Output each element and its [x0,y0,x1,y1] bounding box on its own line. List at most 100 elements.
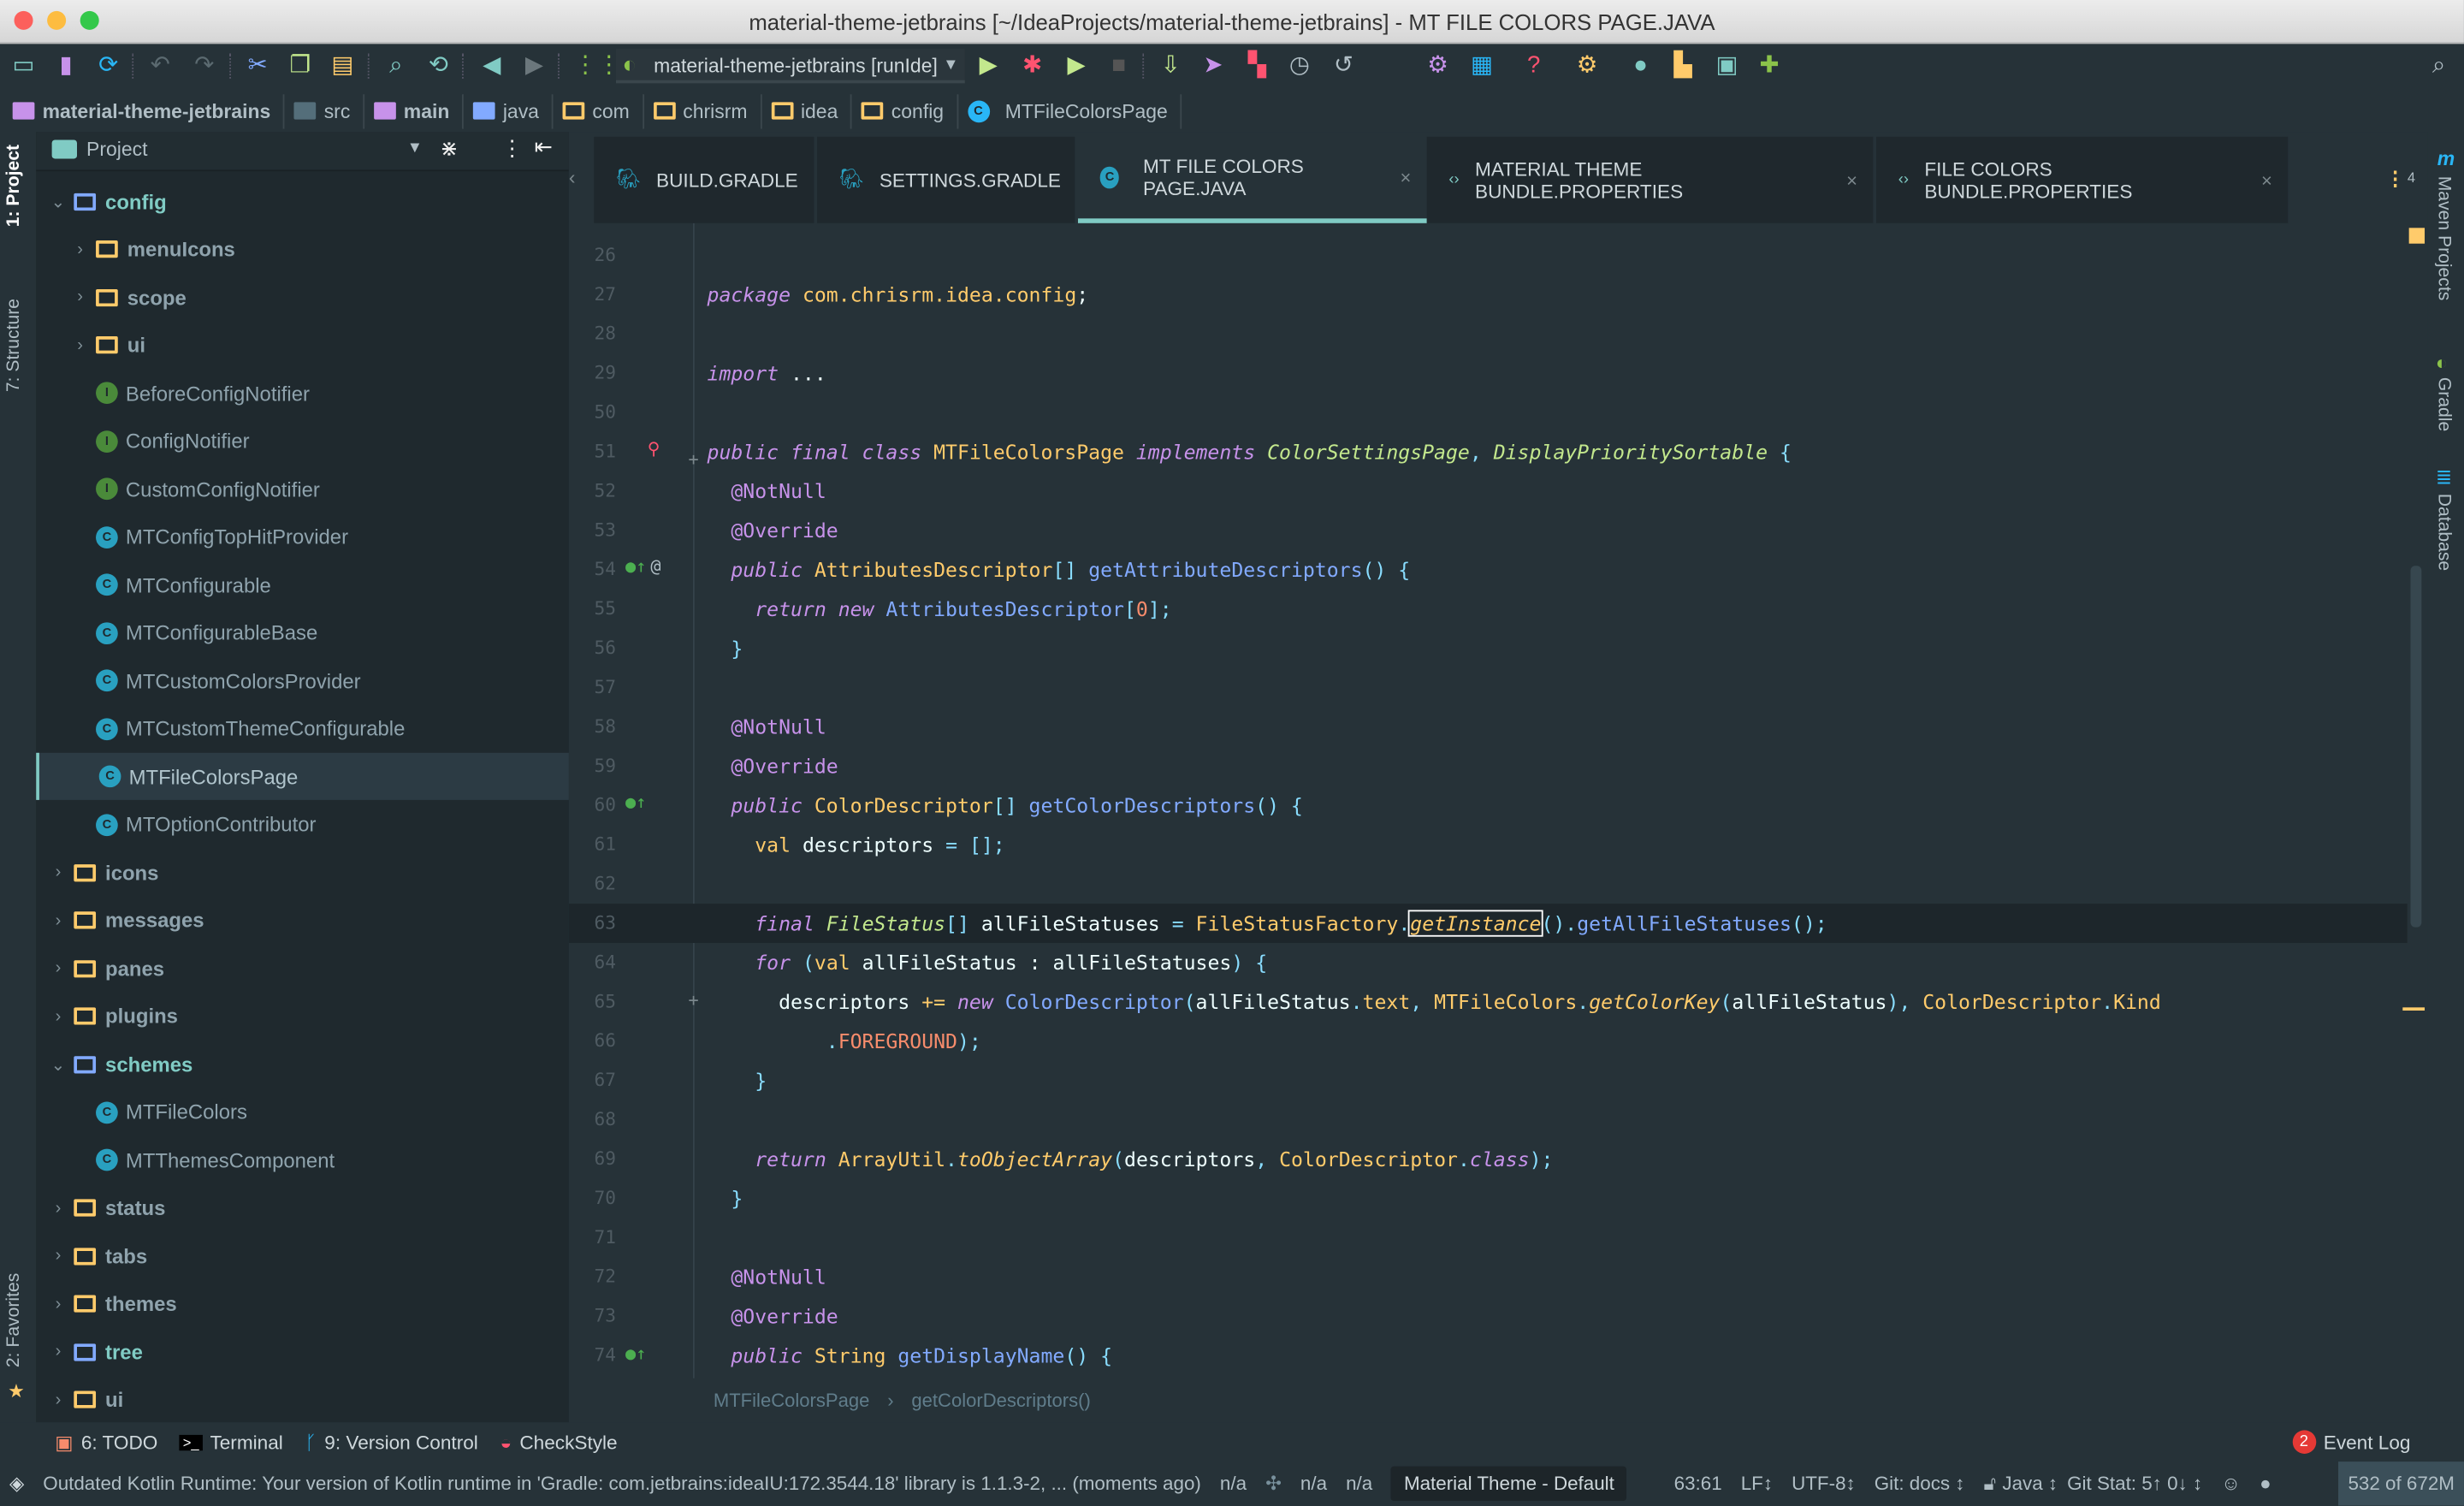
more-options-icon[interactable]: ⋮ [501,135,524,162]
breadcrumb-item[interactable]: chrisrm [653,93,762,128]
code-crumb-class[interactable]: MTFileColorsPage [714,1390,870,1412]
breadcrumb-item[interactable]: src [293,93,364,128]
sync-icon[interactable]: ⟳ [94,52,122,80]
debug-icon[interactable]: ✱ [1018,52,1046,80]
tool-tab-database[interactable]: Database [2434,494,2453,571]
tree-item[interactable]: › tabs [36,1232,569,1279]
tool-tab-structure[interactable]: 7: Structure [5,299,24,392]
chevron-down-icon[interactable]: ▼ [407,139,423,157]
back-icon[interactable]: ◀ [477,52,506,80]
tree-item[interactable]: C MTCustomColorsProvider [36,657,569,704]
implemented-marker-icon[interactable]: ⚲ [648,438,660,459]
tool-checkstyle[interactable]: ◒ CheckStyle [500,1431,618,1453]
breadcrumb-item[interactable]: C MTFileColorsPage [967,93,1182,128]
breadcrumb-item[interactable]: material-theme-jetbrains [12,93,285,128]
inspection-warning-marker[interactable] [2408,228,2426,244]
tree-item[interactable]: C MTConfigurable [36,561,569,608]
find-icon[interactable]: ⌕ [382,52,410,80]
cut-icon[interactable]: ✂ [244,52,272,80]
chevron-right-icon[interactable]: › [49,1247,68,1266]
memory-indicator[interactable]: 532 of 672M [2338,1462,2464,1506]
build-icon[interactable]: ⋮⋮ [573,52,620,80]
tab-file-colors-bundle-properties[interactable]: ‹› FILE COLORS BUNDLE.PROPERTIES × [1876,136,2289,223]
chevron-down-icon[interactable]: ⌄ [49,1054,68,1074]
project-structure-icon[interactable]: ▦ [1467,52,1496,80]
tab-mt-file-colors-page-java[interactable]: C MT FILE COLORS PAGE.JAVA × [1077,136,1427,223]
breadcrumb-item[interactable]: java [472,93,554,128]
tab-settings-gradle[interactable]: 🐘︎SETTINGS.GRADLE× [817,136,1091,223]
annotation-marker-icon[interactable]: @ [650,556,660,577]
code-crumb-method[interactable]: getColorDescriptors() [911,1390,1090,1412]
paste-icon[interactable]: ▤ [329,52,357,80]
breadcrumb-item[interactable]: config [861,93,958,128]
tool-terminal[interactable]: >_ Terminal [180,1431,283,1453]
chevron-right-icon[interactable]: › [49,1295,68,1313]
chevron-right-icon[interactable]: › [49,958,68,977]
lock-icon[interactable]: 🔓︎ [1984,1472,1997,1496]
tree-item[interactable]: C MTOptionContributor [36,801,569,848]
language-select[interactable]: Java ↕ [2002,1473,2058,1495]
line-separator[interactable]: LF↕ [1741,1473,1773,1495]
run-configuration-select[interactable]: ◐ material-theme-jetbrains [runIde] ▼ [615,48,965,84]
save-icon[interactable]: ▮ [52,52,80,80]
copy-icon[interactable]: ❐ [286,52,314,80]
vcs-icon[interactable]: ▚ [1243,52,1271,80]
tree-item[interactable]: › themes [36,1280,569,1327]
theme-icon[interactable]: ▙ [1669,52,1697,80]
tree-item[interactable]: › icons [36,849,569,896]
update-project-icon[interactable]: ⇩ [1157,52,1185,80]
tree-item[interactable]: C MTFileColorsPage [36,752,569,800]
help-icon[interactable]: ? [1519,52,1548,80]
code-area[interactable]: 26 27 package com.chrisrm.idea.config; 28 29… [568,222,2408,1379]
chevron-right-icon[interactable]: › [49,910,68,929]
settings-icon[interactable]: ⚙ [1424,52,1452,80]
tree-item[interactable]: › messages [36,897,569,944]
chevron-right-icon[interactable]: › [71,288,90,306]
tool-tab-maven[interactable]: Maven Projects [2434,176,2453,301]
tree-item[interactable]: › scope [36,274,569,321]
layers-icon[interactable]: ◈ [9,1473,24,1495]
tree-item[interactable]: C MTFileColors [36,1088,569,1135]
tree-item[interactable]: › ui [36,1376,569,1423]
status-message[interactable]: Outdated Kotlin Runtime: Your version of… [43,1473,1201,1495]
chevron-right-icon[interactable]: › [49,1343,68,1361]
tree-item[interactable]: › status [36,1184,569,1231]
close-tab-icon[interactable]: × [1846,169,1857,191]
chevron-right-icon[interactable]: › [71,335,90,354]
close-tab-icon[interactable]: × [2261,169,2272,191]
chevron-right-icon[interactable]: › [49,1006,68,1025]
chevron-right-icon[interactable]: › [49,1198,68,1217]
chevron-right-icon[interactable]: › [49,1390,68,1409]
inspection-icon[interactable]: ✣ [1265,1473,1282,1495]
tool-tab-gradle[interactable]: Gradle [2434,377,2453,431]
monitor-icon[interactable]: ▣ [1713,52,1741,80]
chevron-right-icon[interactable]: › [49,863,68,881]
tree-item[interactable]: C MTCustomThemeConfigurable [36,705,569,752]
sdk-icon[interactable]: ● [1626,52,1655,80]
tree-item[interactable]: I ConfigNotifier [36,418,569,465]
tree-item[interactable]: › menuIcons [36,226,569,273]
breadcrumb-item[interactable]: com [562,93,644,128]
tool-version-control[interactable]: ᚴ 9: Version Control [305,1431,478,1453]
tree-item[interactable]: C MTThemesComponent [36,1136,569,1183]
breadcrumb-item[interactable]: main [373,93,464,128]
override-marker-icon[interactable]: ●↑ [625,556,646,577]
close-tab-icon[interactable]: × [1400,167,1411,189]
breadcrumb-item[interactable]: idea [771,93,852,128]
revert-icon[interactable]: ↺ [1330,52,1358,80]
override-marker-icon[interactable]: ●↑ [625,1343,646,1364]
redo-icon[interactable]: ↷ [190,52,218,80]
collapse-all-icon[interactable]: ⋇ [440,135,459,162]
tree-item[interactable]: › ui [36,322,569,369]
history-icon[interactable]: ◷ [1285,52,1313,80]
stop-icon[interactable]: ■ [1105,52,1133,80]
search-everywhere-icon[interactable]: ⌕ [2425,52,2453,80]
tree-item[interactable]: I CustomConfigNotifier [36,465,569,513]
editor-scrollbar[interactable] [2410,566,2422,928]
tree-item[interactable]: I BeforeConfigNotifier [36,370,569,417]
scroll-tabs-left-icon[interactable]: ‹ [569,167,576,189]
fold-expand-icon[interactable]: + [688,449,698,470]
chevron-down-icon[interactable]: ⌄ [49,191,68,211]
tool-todo[interactable]: ▣ 6: TODO [55,1431,157,1453]
plugin-icon[interactable]: ⚙ [1573,52,1602,80]
